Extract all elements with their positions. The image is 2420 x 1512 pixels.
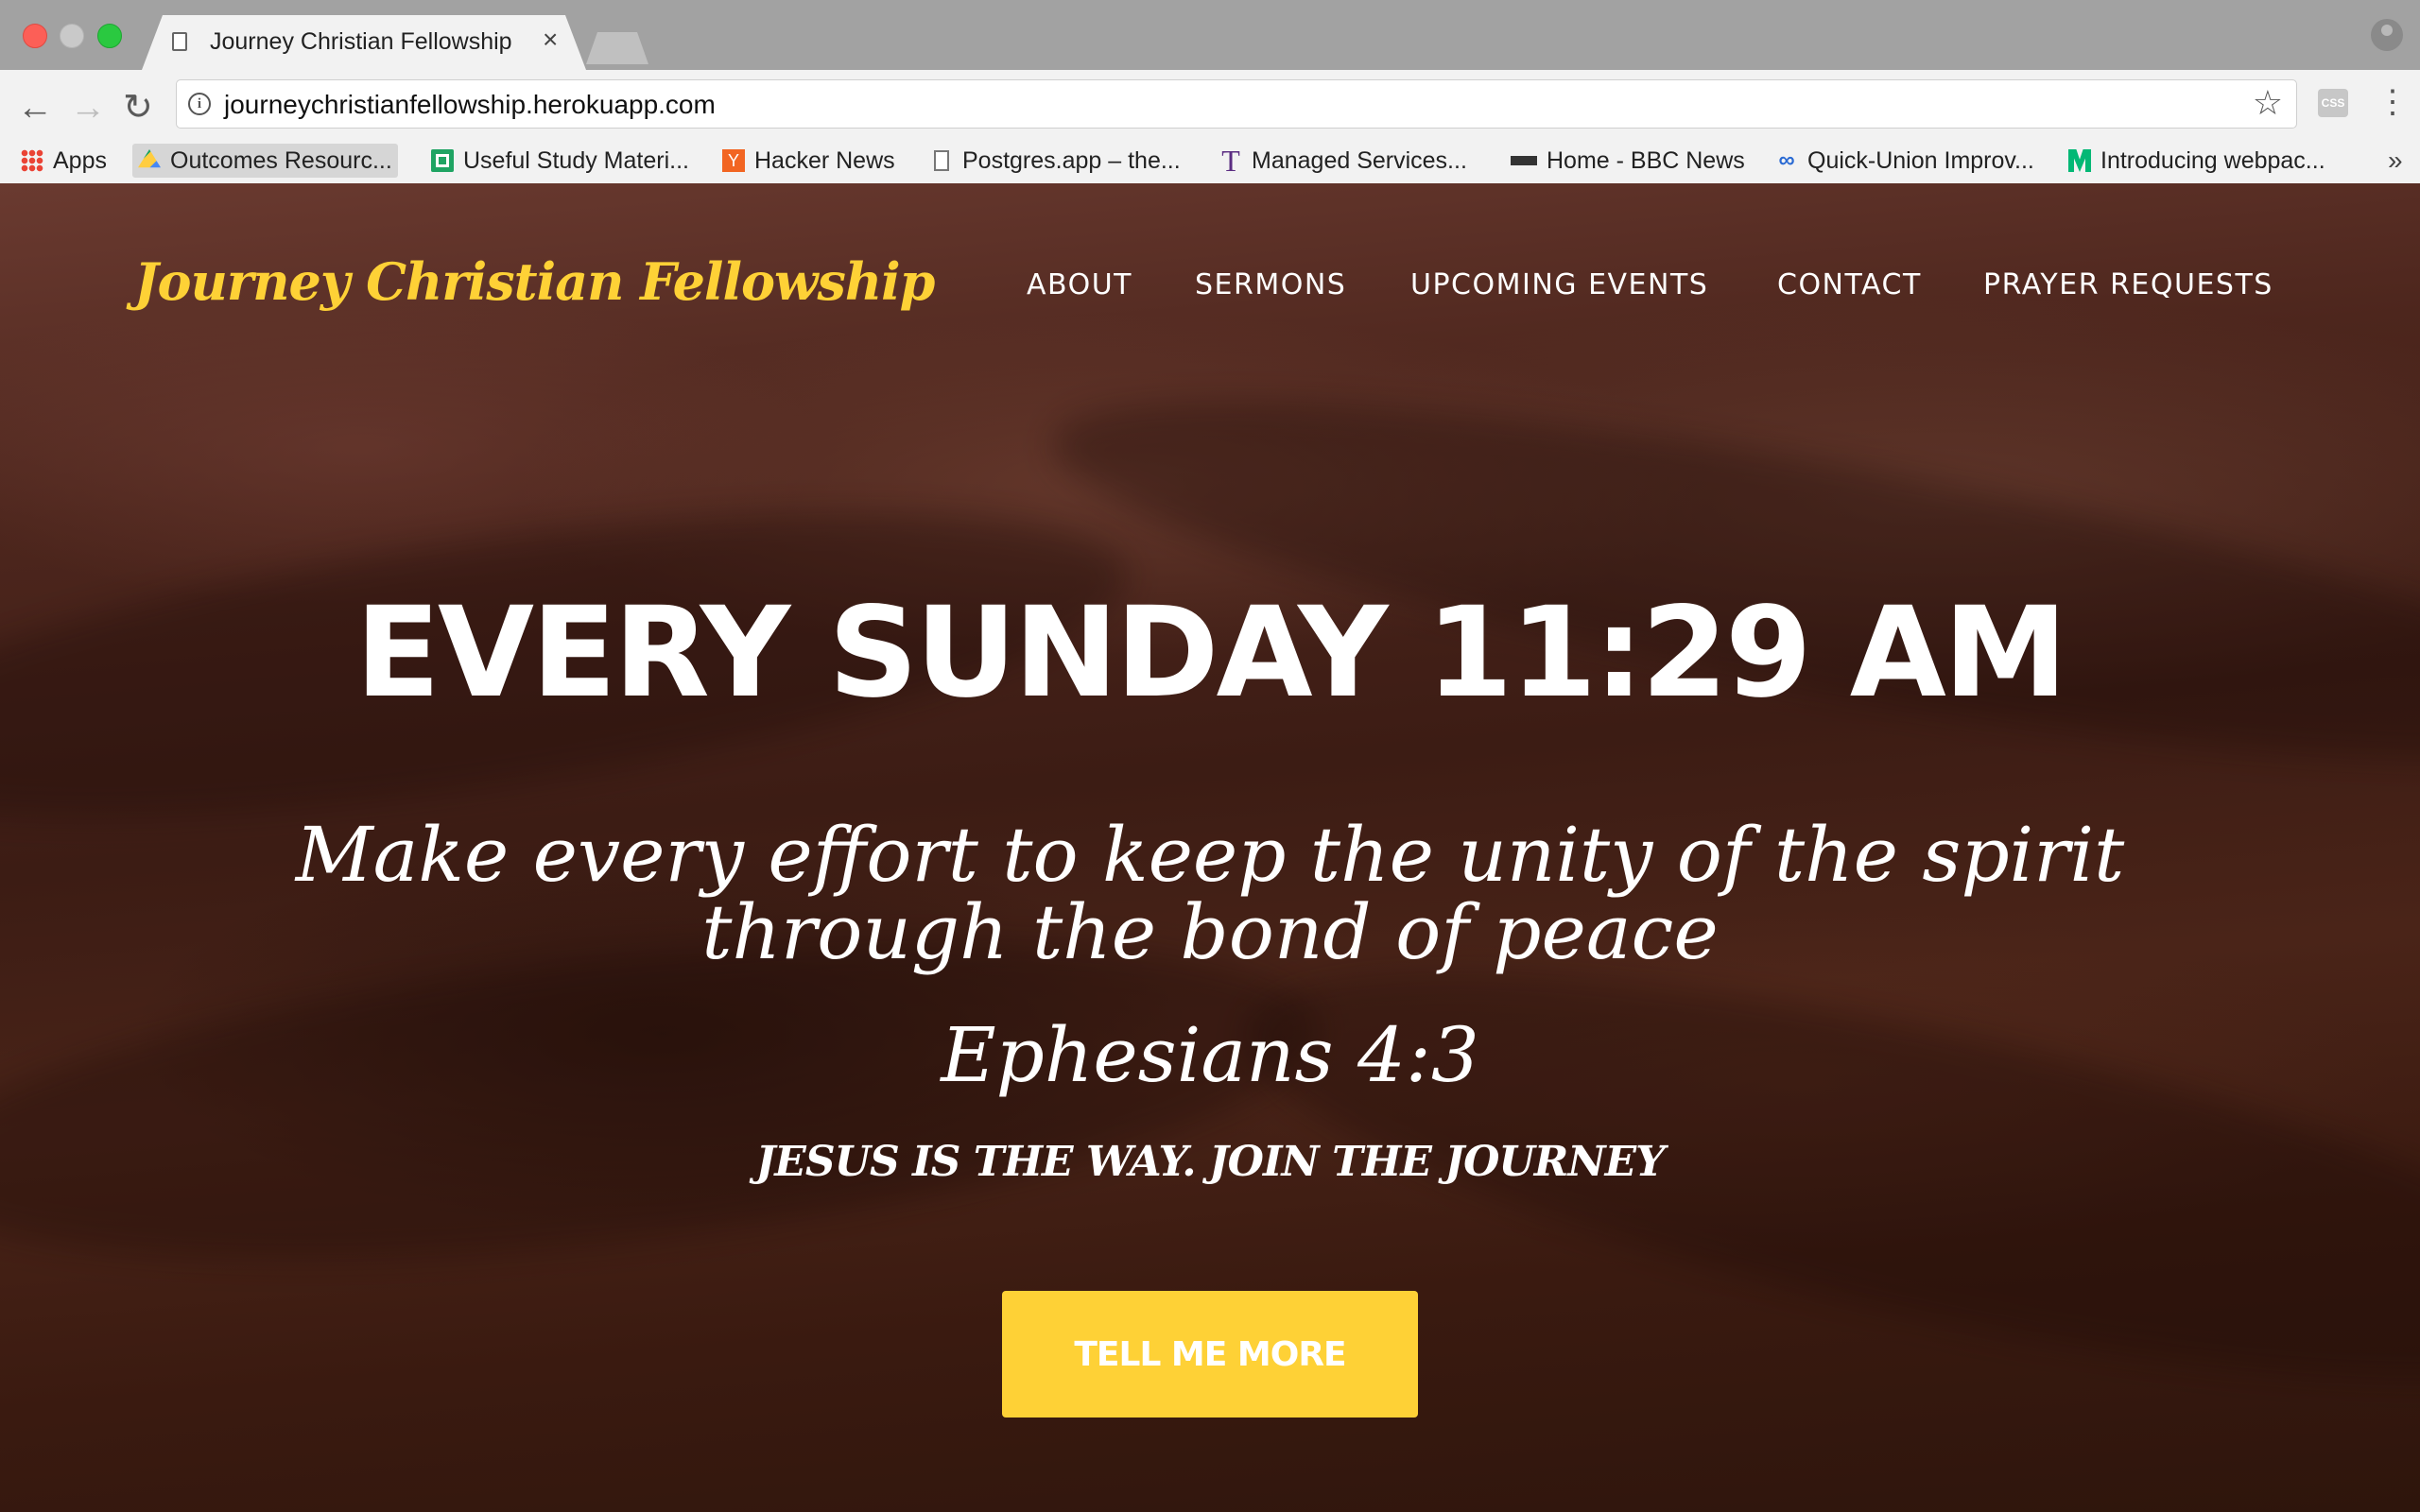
bookmark-label: Outcomes Resourc... (170, 146, 392, 174)
hero-section: Journey Christian Fellowship ABOUT SERMO… (0, 183, 2420, 1512)
bookmark-apps[interactable]: Apps (21, 144, 107, 178)
bookmark-managed-services[interactable]: T Managed Services... (1219, 144, 1467, 178)
bookmark-introducing-webpack[interactable]: Introducing webpac... (2068, 144, 2325, 178)
google-sheets-icon (431, 149, 454, 172)
bookmark-label: Apps (53, 146, 107, 174)
bbc-icon (1511, 156, 1537, 165)
apps-grid-icon (21, 149, 43, 172)
forward-arrow-icon[interactable]: → (70, 89, 106, 127)
bookmark-label: Home - BBC News (1547, 146, 1745, 174)
info-icon[interactable]: i (188, 93, 211, 115)
bookmark-label: Quick-Union Improv... (1807, 146, 2034, 174)
scripture-reference: Ephesians 4:3 (941, 1011, 1479, 1099)
bookmark-label: Postgres.app – the... (962, 146, 1181, 174)
profile-icon[interactable] (2371, 19, 2403, 51)
t-logo-icon: T (1221, 144, 1240, 178)
address-bar[interactable]: i journeychristianfellowship.herokuapp.c… (176, 79, 2297, 129)
tab-strip: Journey Christian Fellowship × (0, 0, 2420, 70)
main-nav: ABOUT SERMONS UPCOMING EVENTS CONTACT PR… (0, 268, 2420, 316)
url-text[interactable]: journeychristianfellowship.herokuapp.com (224, 90, 716, 120)
browser-toolbar: ← → ↻ i journeychristianfellowship.herok… (0, 70, 2420, 184)
browser-chrome: Journey Christian Fellowship × ← → ↻ i j… (0, 0, 2420, 184)
bookmark-useful-study-materials[interactable]: Useful Study Materi... (431, 144, 689, 178)
scripture-verse: Make every effort to keep the unity of t… (295, 811, 2125, 976)
bookmark-bbc-news[interactable]: Home - BBC News (1511, 144, 1745, 178)
back-arrow-icon[interactable]: ← (17, 89, 53, 127)
menu-dots-icon[interactable]: ⋮ (2377, 83, 2409, 121)
minimize-window-button[interactable] (60, 24, 84, 48)
tell-me-more-button[interactable]: TELL ME MORE (1002, 1291, 1418, 1418)
bookmarks-overflow-icon[interactable]: » (2388, 146, 2403, 176)
ycombinator-icon: Y (722, 149, 745, 172)
new-tab-button[interactable] (586, 32, 648, 64)
bookmark-outcomes-resources[interactable]: Outcomes Resourc... (132, 144, 398, 178)
maximize-window-button[interactable] (97, 24, 122, 48)
bookmark-label: Managed Services... (1252, 146, 1467, 174)
nav-contact[interactable]: CONTACT (1777, 268, 1922, 301)
css-extension-icon[interactable]: CSS (2318, 89, 2348, 117)
medium-icon (2068, 149, 2091, 172)
nav-about[interactable]: ABOUT (1027, 268, 1132, 301)
bookmarks-bar: Apps Outcomes Resourc... Useful Study Ma… (0, 138, 2420, 180)
nav-prayer-requests[interactable]: PRAYER REQUESTS (1983, 268, 2273, 301)
tab-close-icon[interactable]: × (543, 26, 558, 53)
service-time-headline: EVERY SUNDAY 11:29 AM (354, 580, 2067, 726)
google-drive-icon (138, 149, 161, 168)
tagline: JESUS IS THE WAY. JOIN THE JOURNEY (755, 1138, 1665, 1186)
bookmark-label: Hacker News (754, 146, 895, 174)
chain-link-icon: ∞ (1778, 147, 1795, 173)
bookmark-quick-union[interactable]: ∞ Quick-Union Improv... (1775, 144, 2034, 178)
nav-sermons[interactable]: SERMONS (1195, 268, 1346, 301)
nav-upcoming-events[interactable]: UPCOMING EVENTS (1410, 268, 1708, 301)
bookmark-hacker-news[interactable]: Y Hacker News (722, 144, 895, 178)
document-icon (172, 32, 187, 51)
close-window-button[interactable] (23, 24, 47, 48)
reload-icon[interactable]: ↻ (123, 89, 153, 127)
tab-title[interactable]: Journey Christian Fellowship (210, 28, 512, 56)
document-icon (934, 150, 949, 171)
bookmark-star-icon[interactable]: ☆ (2253, 84, 2283, 122)
bookmark-postgres-app[interactable]: Postgres.app – the... (930, 144, 1181, 178)
bookmark-label: Introducing webpac... (2100, 146, 2325, 174)
bookmark-label: Useful Study Materi... (463, 146, 689, 174)
